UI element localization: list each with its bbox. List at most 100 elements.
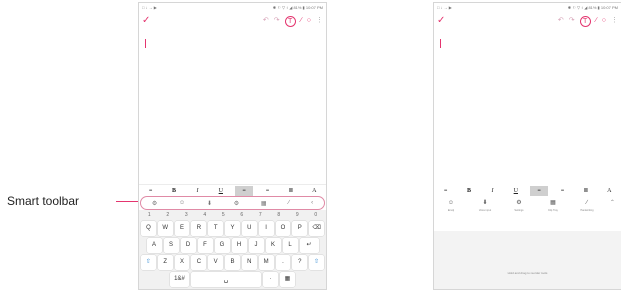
gear-icon: ⚙ bbox=[516, 200, 522, 206]
dot-key[interactable]: · bbox=[263, 272, 278, 287]
key-n[interactable]: N bbox=[241, 255, 257, 270]
bold-button[interactable]: B bbox=[165, 186, 183, 196]
number-hint: 4 bbox=[203, 212, 207, 218]
settings-icon[interactable]: ⚙ bbox=[234, 200, 239, 207]
tool-label: Clip Tray bbox=[548, 209, 558, 212]
key-l[interactable]: L bbox=[282, 238, 298, 253]
key-row-4: 1&# ␣ · ▦ bbox=[141, 272, 324, 287]
shift-key[interactable]: ⇧ bbox=[141, 255, 156, 270]
symbols-key[interactable]: 1&# bbox=[170, 272, 189, 287]
key-r[interactable]: R bbox=[191, 221, 207, 236]
key-q[interactable]: Q bbox=[141, 221, 156, 236]
key-i[interactable]: I bbox=[258, 221, 274, 236]
reorder-hint: Hold and drag to reorder tools bbox=[507, 271, 548, 275]
enter-key[interactable]: ↵ bbox=[299, 238, 319, 253]
key-j[interactable]: J bbox=[248, 238, 264, 253]
italic-button[interactable]: I bbox=[483, 186, 501, 196]
voice-input-icon[interactable]: ⬇ bbox=[207, 200, 212, 207]
key-o[interactable]: O bbox=[275, 221, 291, 236]
key-f[interactable]: F bbox=[197, 238, 213, 253]
underline-button[interactable]: U bbox=[212, 186, 230, 196]
text-color-button[interactable]: A bbox=[305, 186, 323, 196]
handwriting-icon[interactable]: ∕ bbox=[288, 200, 289, 206]
key-b[interactable]: B bbox=[225, 255, 240, 270]
voice-input-tool[interactable]: ⬇ Voice input bbox=[474, 199, 496, 212]
redo-icon[interactable]: ↷ bbox=[274, 17, 280, 25]
italic-button[interactable]: I bbox=[188, 186, 206, 196]
pencil-icon: ∕ bbox=[586, 200, 588, 206]
collapse-chevron-icon[interactable]: ‹ bbox=[311, 200, 313, 206]
key-g[interactable]: G bbox=[214, 238, 230, 253]
smart-toolbar-settings-icon[interactable]: ⚙ bbox=[152, 200, 157, 207]
backspace-key[interactable]: ⌫ bbox=[309, 221, 324, 236]
key-row-3: ⇧ Z X C V B N M . ? ⇧ bbox=[141, 255, 324, 270]
key-v[interactable]: V bbox=[208, 255, 224, 270]
clip-tray-icon[interactable]: ▦ bbox=[261, 200, 267, 207]
key-h[interactable]: H bbox=[231, 238, 247, 253]
undo-icon[interactable]: ↶ bbox=[558, 17, 564, 25]
pen-icon[interactable]: ∕ bbox=[596, 17, 597, 25]
redo-icon[interactable]: ↷ bbox=[569, 17, 575, 25]
more-options-icon[interactable]: ⋮ bbox=[611, 17, 618, 25]
pen-icon[interactable]: ∕ bbox=[301, 17, 302, 25]
question-key[interactable]: ? bbox=[292, 255, 308, 270]
shift-key-right[interactable]: ⇧ bbox=[309, 255, 324, 270]
clip-tray-key[interactable]: ▦ bbox=[280, 272, 295, 287]
emoji-icon[interactable]: ☺ bbox=[179, 200, 185, 206]
space-key[interactable]: ␣ bbox=[191, 272, 261, 287]
tool-label: Emoji bbox=[447, 209, 455, 212]
number-hint: 2 bbox=[166, 212, 170, 218]
bullet-list-button[interactable]: ≡ bbox=[142, 186, 160, 196]
status-icons-right: ✱ ⚐ ▽ ↕ ◢ 81% ▮ 10:07 PM bbox=[272, 5, 323, 10]
keyboard: 1 2 3 4 5 6 7 8 9 0 Q W E R T Y U I O P … bbox=[139, 210, 326, 289]
text-color-button[interactable]: A bbox=[600, 186, 618, 196]
period-key[interactable]: . bbox=[275, 255, 291, 270]
number-hint: 5 bbox=[221, 212, 225, 218]
text-cursor bbox=[145, 39, 146, 48]
format-bar: ≡ B I U ≡ ≡ ≣ A bbox=[434, 185, 621, 197]
settings-tool[interactable]: ⚙ Settings bbox=[508, 199, 530, 212]
done-check-icon[interactable]: ✓ bbox=[142, 16, 150, 26]
text-mode-icon[interactable]: T bbox=[284, 15, 296, 27]
lasso-icon[interactable]: ○ bbox=[602, 17, 606, 25]
key-e[interactable]: E bbox=[174, 221, 190, 236]
key-a[interactable]: A bbox=[146, 238, 162, 253]
key-c[interactable]: C bbox=[191, 255, 207, 270]
tool-tray-area: Hold and drag to reorder tools bbox=[434, 231, 621, 289]
underline-button[interactable]: U bbox=[507, 186, 525, 196]
key-t[interactable]: T bbox=[208, 221, 224, 236]
clip-tray-tool[interactable]: ▦ Clip Tray bbox=[542, 199, 564, 212]
clipboard-icon: ▦ bbox=[550, 200, 556, 206]
bold-button[interactable]: B bbox=[460, 186, 478, 196]
key-u[interactable]: U bbox=[241, 221, 257, 236]
status-icons-left: □ ↓ → ▶ bbox=[437, 5, 452, 10]
number-hint: 0 bbox=[314, 212, 318, 218]
done-check-icon[interactable]: ✓ bbox=[437, 16, 445, 26]
align-center-button[interactable]: ≡ bbox=[554, 186, 572, 196]
key-y[interactable]: Y bbox=[225, 221, 240, 236]
key-k[interactable]: K bbox=[265, 238, 281, 253]
align-center-button[interactable]: ≡ bbox=[259, 186, 277, 196]
key-w[interactable]: W bbox=[157, 221, 173, 236]
tool-label: Handwriting bbox=[580, 209, 594, 212]
key-d[interactable]: D bbox=[180, 238, 196, 253]
emoji-tool[interactable]: ☺ Emoji bbox=[440, 199, 462, 212]
lasso-icon[interactable]: ○ bbox=[307, 17, 311, 25]
key-x[interactable]: X bbox=[174, 255, 190, 270]
more-options-icon[interactable]: ⋮ bbox=[316, 17, 323, 25]
key-m[interactable]: M bbox=[258, 255, 274, 270]
align-right-button[interactable]: ≣ bbox=[577, 186, 595, 196]
key-z[interactable]: Z bbox=[157, 255, 173, 270]
chevron-up-icon[interactable]: ⌃ bbox=[610, 199, 615, 207]
undo-icon[interactable]: ↶ bbox=[263, 17, 269, 25]
status-icons-right: ✱ ⚐ ▽ ↕ ◢ 81% ▮ 10:07 PM bbox=[567, 5, 618, 10]
bullet-list-button[interactable]: ≡ bbox=[437, 186, 455, 196]
key-s[interactable]: S bbox=[163, 238, 179, 253]
text-mode-icon[interactable]: T bbox=[579, 15, 591, 27]
status-bar: □ ↓ → ▶ ✱ ⚐ ▽ ↕ ◢ 81% ▮ 10:07 PM bbox=[434, 3, 621, 12]
handwriting-tool[interactable]: ∕ Handwriting bbox=[576, 199, 598, 212]
align-right-button[interactable]: ≣ bbox=[282, 186, 300, 196]
align-left-button[interactable]: ≡ bbox=[530, 186, 549, 196]
align-left-button[interactable]: ≡ bbox=[235, 185, 254, 196]
key-p[interactable]: P bbox=[292, 221, 308, 236]
